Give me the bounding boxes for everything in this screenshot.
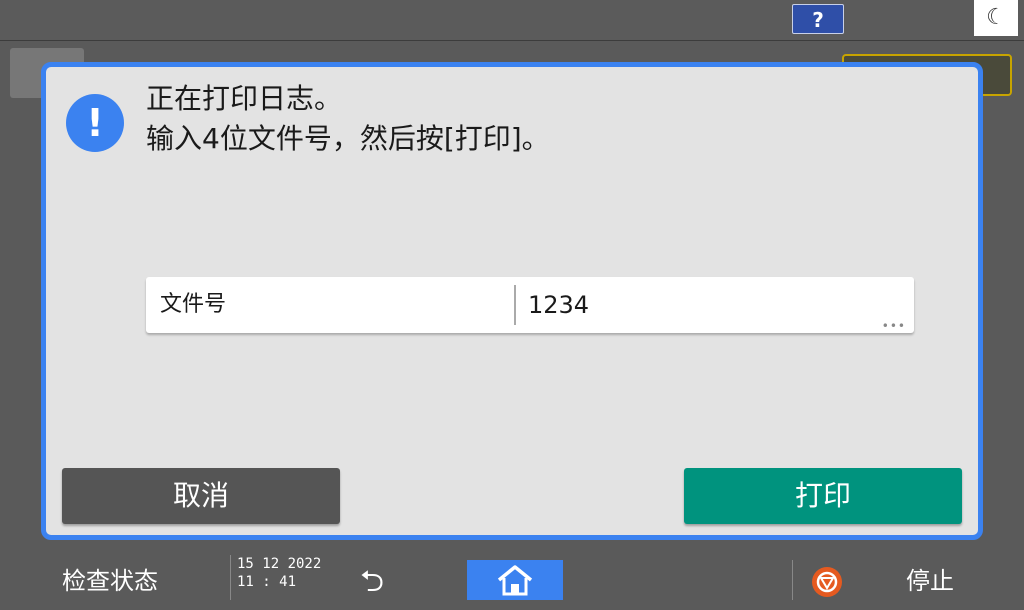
cancel-button[interactable]: 取消 [62,468,340,524]
dialog-message: 正在打印日志。 输入4位文件号，然后按[打印]。 [146,79,550,159]
more-icon: ••• [881,319,906,333]
file-number-field[interactable]: 文件号 1234 ••• [146,277,914,333]
file-number-value[interactable]: 1234 [528,277,589,333]
help-button[interactable]: ? [792,4,844,34]
back-arrow-icon[interactable]: ⮌ [360,559,384,610]
log-print-dialog: ! 正在打印日志。 输入4位文件号，然后按[打印]。 文件号 1234 ••• … [41,62,983,540]
home-button[interactable] [467,560,563,600]
time-text: 11 : 41 [237,574,297,590]
sleep-button[interactable]: ☾ [974,0,1018,36]
date-text: 15 12 2022 [237,556,322,572]
exclamation-icon: ! [66,94,124,152]
message-line-2: 输入4位文件号，然后按[打印]。 [146,122,550,155]
message-line-1: 正在打印日志。 [146,82,343,115]
print-button[interactable]: 打印 [684,468,962,524]
date-time-display: 15 12 2022 11 : 41 [230,555,321,600]
file-number-label: 文件号 [160,292,227,317]
stop-icon[interactable] [812,567,842,597]
top-bar: ? ☾ [0,0,1024,41]
moon-icon: ☾ [986,5,1006,30]
bottom-bar: 检查状态 15 12 2022 11 : 41 ⮌ 停止 [0,545,1024,600]
home-icon [497,565,533,596]
stop-divider [792,560,793,600]
check-status-button[interactable]: 检查状态 [62,561,158,596]
field-divider [514,285,516,325]
stop-button[interactable]: 停止 [906,561,954,596]
